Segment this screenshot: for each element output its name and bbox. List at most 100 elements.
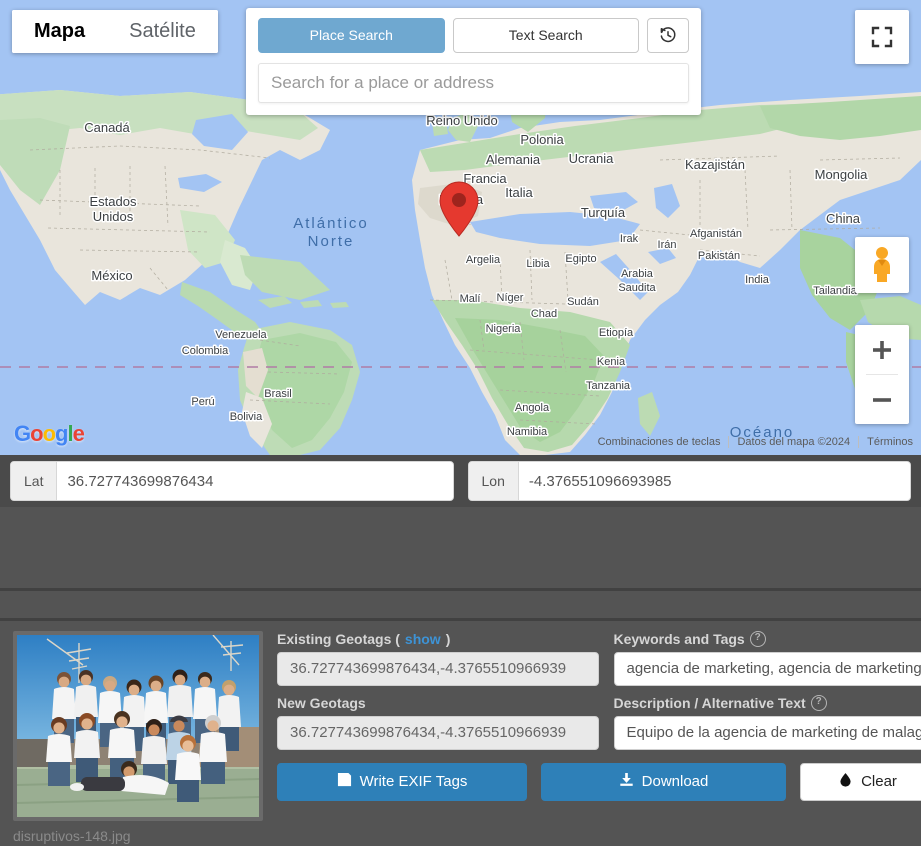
map-place-label: China: [826, 211, 861, 226]
tab-place-search[interactable]: Place Search: [258, 18, 445, 53]
zoom-in-button[interactable]: [855, 325, 909, 374]
logo-char: g: [55, 421, 68, 446]
lat-input[interactable]: [57, 462, 453, 500]
show-geotags-link[interactable]: show: [405, 631, 441, 648]
map-type-satelite[interactable]: Satélite: [107, 10, 218, 53]
lon-input-group: Lon: [467, 461, 911, 501]
description-label: Description / Alternative Text ?: [614, 695, 921, 712]
map-place-label: Venezuela: [215, 329, 267, 341]
team-photo-thumbnail: [17, 635, 259, 817]
map-place-label: Kenia: [597, 356, 626, 368]
map-place-label: Italia: [505, 185, 533, 200]
history-icon[interactable]: [647, 18, 689, 53]
map-data-text: Datos del mapa ©2024: [728, 436, 858, 448]
coordinates-bar: Lat Lon: [0, 455, 921, 507]
map-attribution: Combinaciones de teclas Datos del mapa ©…: [590, 436, 921, 448]
clear-button[interactable]: Clear: [800, 762, 921, 801]
download-button[interactable]: Download: [541, 762, 786, 801]
spacer-band-lower: [0, 591, 921, 618]
logo-char: e: [72, 421, 85, 446]
map-place-label: India: [745, 274, 770, 286]
map-place-label: Níger: [497, 292, 524, 304]
keyboard-shortcuts-link[interactable]: Combinaciones de teclas: [590, 436, 729, 448]
map-place-label: Atlántico: [293, 215, 369, 232]
map-pin-marker[interactable]: [437, 180, 481, 238]
spacer-band-upper: [0, 507, 921, 588]
map-type-switch[interactable]: Mapa Satélite: [12, 10, 218, 53]
existing-geotags-input[interactable]: [277, 651, 599, 686]
map-place-label: Brasil: [264, 388, 292, 400]
field-gap: [277, 686, 599, 695]
existing-geotags-label-text: Existing Geotags (: [277, 631, 400, 647]
field-gap: [614, 686, 921, 695]
form-column: Existing Geotags ( show) New Geotags Keyw…: [277, 631, 921, 846]
zoom-out-button[interactable]: [855, 375, 909, 424]
map-place-label: Nigeria: [486, 323, 522, 335]
existing-geotags-label: Existing Geotags ( show): [277, 631, 599, 648]
map-place-label: Arabia: [621, 268, 654, 280]
clear-label: Clear: [861, 773, 897, 791]
map-place-label: Unidos: [93, 209, 134, 224]
search-input[interactable]: [258, 62, 689, 103]
map-place-label: Turquía: [581, 205, 626, 220]
lon-input[interactable]: [518, 462, 910, 500]
eraser-icon: [838, 772, 853, 791]
write-exif-tags-button[interactable]: Write EXIF Tags: [277, 762, 527, 801]
metadata-panel: disruptivos-148.jpg Existing Geotags (sh…: [0, 621, 921, 846]
map-place-label: Afganistán: [690, 228, 742, 240]
map-place-label: Ucrania: [569, 151, 615, 166]
fullscreen-icon[interactable]: [855, 10, 909, 64]
help-icon[interactable]: ?: [749, 631, 766, 648]
action-buttons-row: Write EXIF Tags Download Clear: [277, 762, 921, 801]
lat-input-group: Lat: [10, 461, 454, 501]
map-place-label: Alemania: [486, 152, 541, 167]
map-place-label: Mongolia: [815, 167, 869, 182]
lon-label: Lon: [468, 462, 519, 500]
help-icon[interactable]: ?: [810, 695, 827, 712]
map-place-label: Libia: [526, 258, 550, 270]
map-place-label: Pakistán: [698, 250, 740, 262]
existing-geotags-label-end: ): [445, 631, 451, 647]
map-type-mapa[interactable]: Mapa: [12, 10, 108, 53]
new-geotags-label-text: New Geotags: [277, 694, 366, 711]
map-place-label: Colombia: [182, 345, 229, 357]
keywords-label: Keywords and Tags ?: [614, 631, 921, 648]
map-place-label: Etiopía: [599, 327, 634, 339]
download-icon: [619, 772, 634, 791]
terms-link[interactable]: Términos: [858, 436, 921, 448]
description-input[interactable]: [613, 715, 921, 750]
map-place-label: Perú: [191, 396, 214, 408]
map-place-label: Irak: [620, 233, 639, 245]
zoom-control: [855, 325, 909, 424]
logo-char: G: [14, 421, 31, 446]
map-place-label: Argelia: [466, 254, 501, 266]
keywords-label-text: Keywords and Tags: [613, 631, 745, 647]
keywords-input[interactable]: [613, 651, 921, 686]
existing-geotags-group: Existing Geotags ( show) New Geotags: [277, 631, 599, 750]
map-place-label: Namibia: [507, 426, 548, 438]
save-floppy-icon: [337, 772, 352, 791]
tab-text-search[interactable]: Text Search: [452, 18, 639, 53]
map-place-label: Estados: [90, 194, 137, 209]
search-mode-tabs: Place Search Text Search: [258, 18, 689, 53]
street-view-pegman-icon[interactable]: [855, 237, 909, 293]
image-thumbnail[interactable]: [13, 631, 263, 821]
new-geotags-label: New Geotags: [277, 695, 599, 712]
description-label-text: Description / Alternative Text: [613, 694, 806, 711]
logo-char: o: [30, 421, 43, 446]
map-place-label: Norte: [308, 233, 355, 250]
map-place-label: Tanzania: [586, 380, 631, 392]
map-place-label: Polonia: [520, 132, 564, 147]
map-place-label: Tailandia: [813, 285, 857, 297]
map-place-label: Saudita: [618, 282, 656, 294]
download-label: Download: [641, 773, 709, 791]
map-place-label: Canadá: [84, 120, 130, 135]
new-geotags-input[interactable]: [277, 715, 599, 750]
lat-label: Lat: [11, 462, 58, 500]
map-place-label: Angola: [515, 402, 550, 414]
map-place-label: Egipto: [565, 253, 596, 265]
map-container[interactable]: Canadá Estados Unidos México Venezuela Colomb…: [0, 0, 921, 455]
keywords-description-group: Keywords and Tags ? Description / Altern…: [613, 631, 921, 750]
map-place-label: Malí: [460, 293, 481, 305]
logo-char: o: [42, 421, 56, 446]
